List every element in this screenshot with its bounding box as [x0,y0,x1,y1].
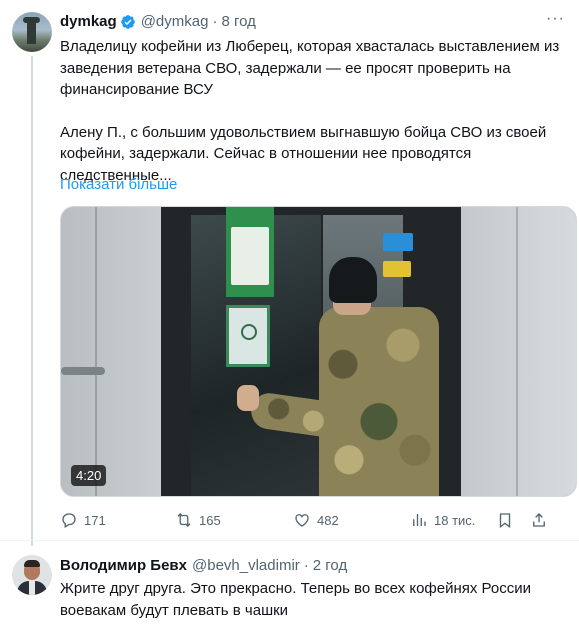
reply-author-handle[interactable]: @bevh_vladimir [192,557,300,574]
bookmark-icon [499,513,511,529]
bookmark-button[interactable] [496,511,520,529]
retweet-count: 165 [199,512,221,528]
tweet-divider [0,540,579,541]
reply-text: Жрите друг друга. Это прекрасно. Теперь … [60,580,531,619]
share-icon [533,513,545,527]
reply-separator-dot: · [303,557,309,574]
show-more-link[interactable]: Показати більше [60,176,177,193]
reply-header: Володимир Бевх @bevh_vladimir · 2 год [60,557,347,574]
like-icon [295,514,309,527]
share-button[interactable] [530,511,554,529]
author-handle[interactable]: @dymkag [141,13,209,30]
reply-author-avatar[interactable] [12,555,52,595]
retweet-button[interactable]: 165 [175,511,221,529]
views-icon [413,514,426,526]
tweet-text: Владелицу кофейни из Люберец, которая хв… [60,36,565,186]
author-avatar[interactable] [12,12,52,52]
tweet-actions-bar: 171 165 482 18 тис. [60,511,565,531]
video-scene-sticker [226,305,270,367]
video-duration-badge: 4:20 [71,465,107,486]
verified-badge-icon [120,14,135,29]
views-button[interactable]: 18 тис. [410,511,475,529]
reply-button[interactable]: 171 [60,511,106,529]
video-scene-paper-sign [231,227,269,285]
video-scene-thumbs-up-hand [237,385,259,411]
reply-time[interactable]: 2 год [313,557,347,574]
tweet-time[interactable]: 8 год [221,13,255,30]
video-scene-soldier-hat [329,257,377,303]
video-scene-soldier-body [319,307,439,496]
more-options-icon[interactable]: ··· [546,10,565,28]
video-scene-wall-left [61,207,161,496]
like-count: 482 [317,512,339,528]
thread-connector-line [31,56,33,546]
retweet-icon [177,513,191,527]
reply-author-name[interactable]: Володимир Бевх [60,557,187,574]
video-scene-yellow-sign [383,261,411,277]
reply-count: 171 [84,512,106,528]
author-name[interactable]: dymkag [60,13,117,30]
tweet-video[interactable]: 4:20 [60,206,577,497]
like-button[interactable]: 482 [293,511,339,529]
video-scene-blue-sign [383,233,413,251]
separator-dot: · [212,13,218,30]
views-count: 18 тис. [434,512,476,528]
video-scene-wall-right [456,207,576,496]
avatar-image-tower [23,17,40,44]
tweet-header: dymkag @dymkag · 8 год [60,13,256,30]
reply-icon [62,513,76,528]
tweet-paragraph-1: Владелицу кофейни из Люберец, которая хв… [60,38,560,98]
